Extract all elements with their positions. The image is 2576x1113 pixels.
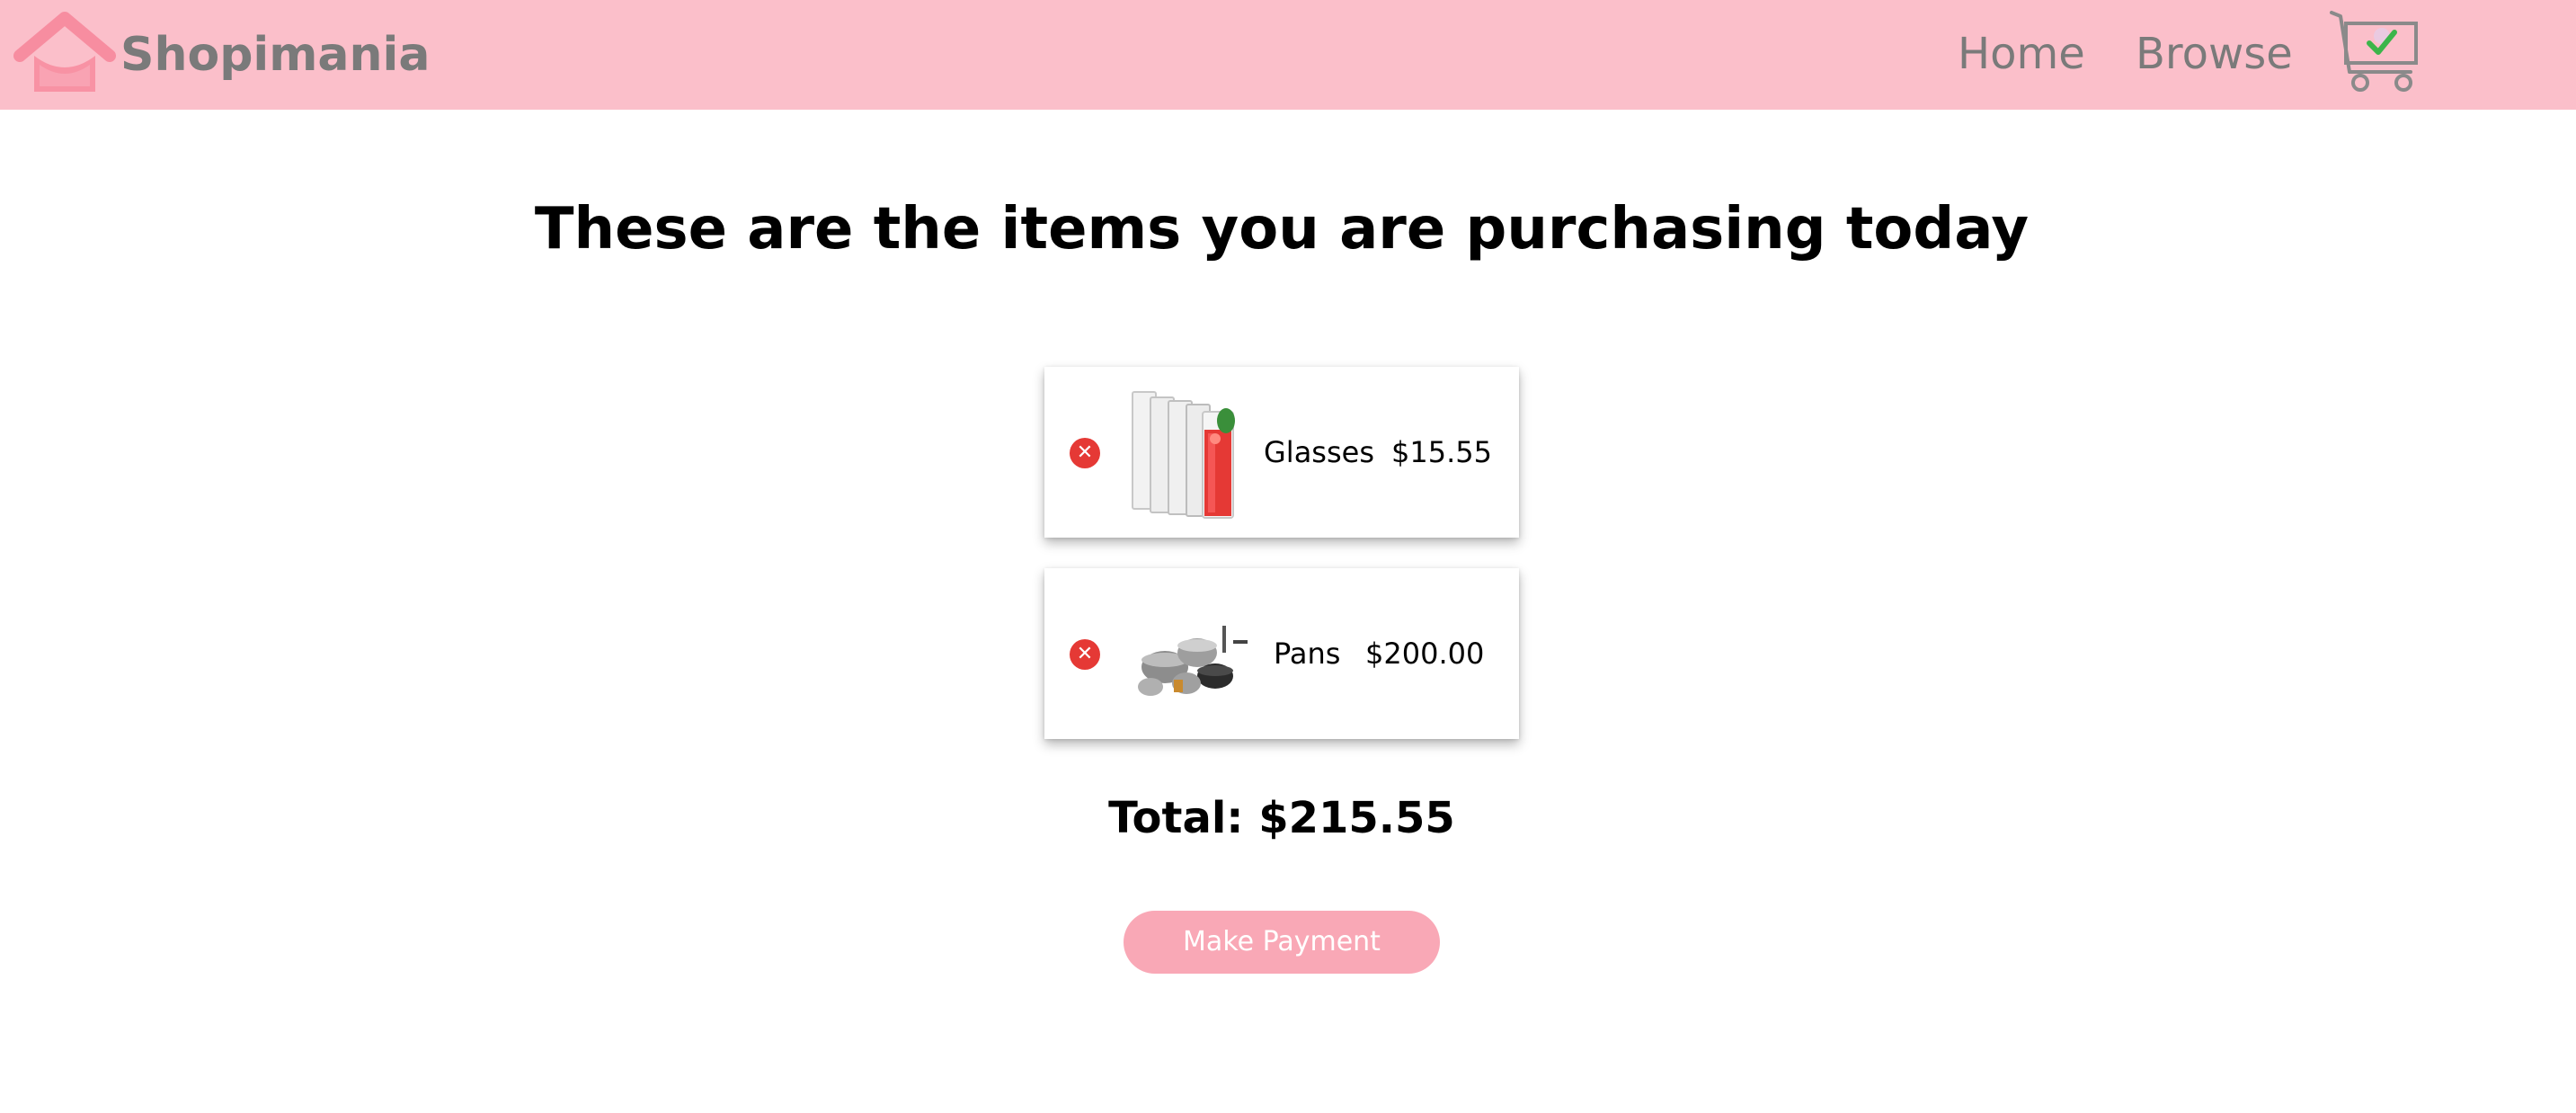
nav-browse-link[interactable]: Browse: [2136, 27, 2293, 81]
item-price: $200.00: [1365, 637, 1485, 671]
total-label: Total:: [1108, 793, 1244, 843]
cart-item-card: ✕ Glasses $15.55: [1044, 367, 1519, 538]
remove-item-button[interactable]: ✕: [1070, 438, 1100, 468]
item-price: $15.55: [1391, 435, 1492, 469]
total-value: $215.55: [1258, 793, 1455, 843]
house-icon[interactable]: [13, 9, 117, 99]
top-navbar: Shopimania Home Browse: [0, 0, 2576, 110]
item-name: Pans: [1274, 637, 1341, 671]
nav-home-link[interactable]: Home: [1958, 27, 2085, 81]
remove-item-button[interactable]: ✕: [1070, 639, 1100, 670]
page-title: These are the items you are purchasing t…: [534, 196, 2030, 263]
brand-name[interactable]: Shopimania: [120, 27, 430, 83]
item-name: Glasses: [1264, 435, 1374, 469]
glasses-image: [1125, 385, 1251, 520]
cart-check-icon[interactable]: [2328, 7, 2427, 93]
pans-image: [1125, 586, 1251, 721]
make-payment-button[interactable]: Make Payment: [1124, 911, 1440, 974]
cart-total: Total: $215.55: [0, 791, 2563, 845]
cart-item-card: ✕ Pans $200.00: [1044, 568, 1519, 739]
